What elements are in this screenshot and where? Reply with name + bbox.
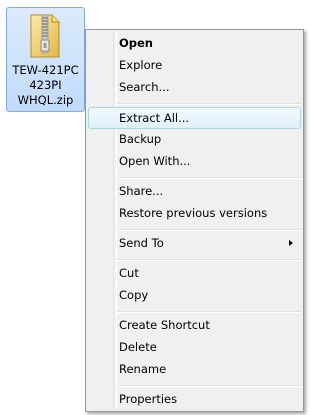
menu-separator — [117, 177, 301, 179]
menu-item-search[interactable]: Search... — [88, 77, 301, 99]
file-name-line-3: WHQL.zip — [17, 93, 74, 107]
menu-item-rename[interactable]: Rename — [88, 359, 301, 381]
chevron-right-icon — [289, 240, 293, 246]
menu-separator — [117, 311, 301, 313]
zip-folder-icon — [30, 14, 60, 58]
desktop: TEW-421PC 423PI WHQL.zip Open Explore Se… — [0, 0, 308, 415]
menu-item-delete[interactable]: Delete — [88, 337, 301, 359]
menu-separator — [117, 103, 301, 105]
menu-separator — [117, 229, 301, 231]
menu-item-open-with[interactable]: Open With... — [88, 151, 301, 173]
menu-separator — [117, 259, 301, 261]
file-name-label: TEW-421PC 423PI WHQL.zip — [7, 63, 84, 108]
menu-item-explore[interactable]: Explore — [88, 55, 301, 77]
file-name-line-1: TEW-421PC — [12, 63, 79, 77]
menu-item-send-to[interactable]: Send To — [88, 233, 301, 255]
menu-item-create-shortcut[interactable]: Create Shortcut — [88, 315, 301, 337]
menu-item-open[interactable]: Open — [88, 33, 301, 55]
menu-item-share[interactable]: Share... — [88, 181, 301, 203]
context-menu: Open Explore Search... Extract All... Ba… — [85, 29, 304, 412]
file-name-line-2: 423PI — [29, 78, 62, 92]
menu-item-copy[interactable]: Copy — [88, 285, 301, 307]
zip-file-item[interactable]: TEW-421PC 423PI WHQL.zip — [6, 7, 85, 112]
menu-item-cut[interactable]: Cut — [88, 263, 301, 285]
menu-item-properties[interactable]: Properties — [88, 389, 301, 411]
menu-item-restore-previous-versions[interactable]: Restore previous versions — [88, 203, 301, 225]
menu-separator — [117, 385, 301, 387]
menu-item-extract-all[interactable]: Extract All... — [88, 107, 301, 129]
menu-item-send-to-label: Send To — [119, 236, 164, 250]
menu-item-backup[interactable]: Backup — [88, 129, 301, 151]
